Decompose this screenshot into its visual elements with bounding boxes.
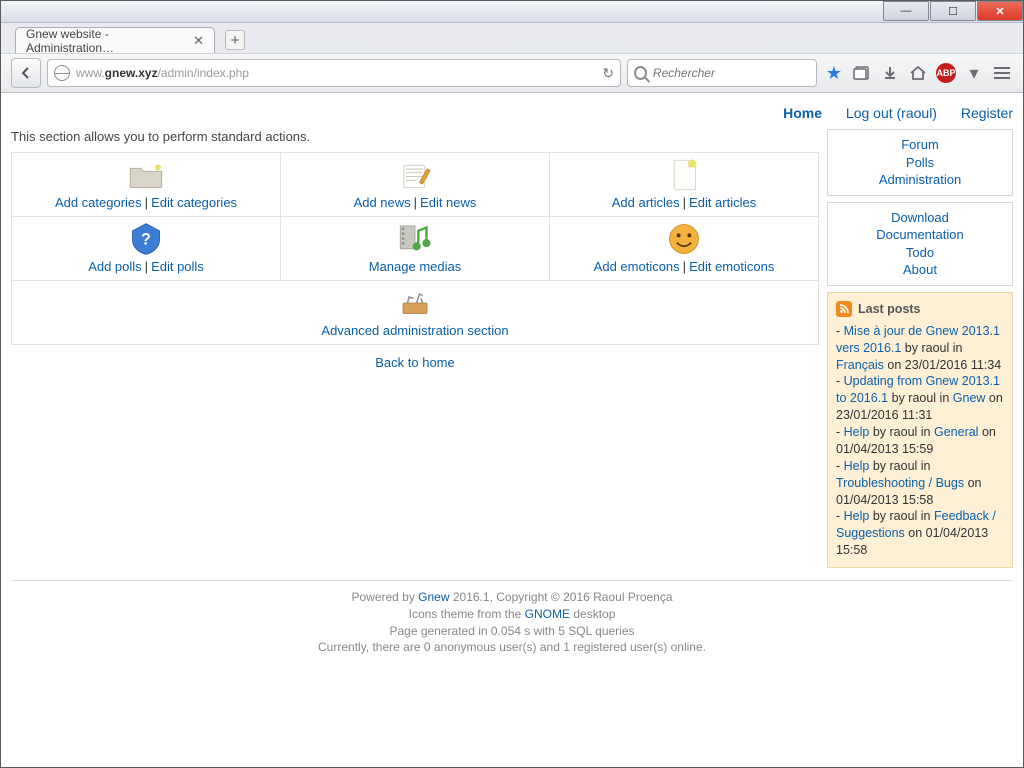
add-emoticons-link[interactable]: Add emoticons — [594, 259, 680, 274]
edit-news-link[interactable]: Edit news — [420, 195, 476, 210]
toolbox-icon — [16, 285, 814, 321]
window-close-button[interactable]: ✕ — [977, 1, 1023, 21]
url-text: www.gnew.xyz/admin/index.php — [76, 66, 596, 80]
smiley-icon — [554, 221, 814, 257]
reload-icon[interactable]: ↻ — [602, 65, 614, 82]
menu-button[interactable] — [991, 62, 1013, 84]
sidebar: Forum Polls Administration Download Docu… — [827, 129, 1013, 568]
sidebar-box-2: Download Documentation Todo About — [827, 202, 1013, 286]
feed-cat[interactable]: General — [934, 425, 978, 439]
advanced-admin-link[interactable]: Advanced administration section — [321, 323, 508, 338]
nav-home[interactable]: Home — [783, 105, 822, 121]
sb-documentation[interactable]: Documentation — [828, 226, 1012, 244]
back-button[interactable] — [11, 58, 41, 88]
footer-gnome-link[interactable]: GNOME — [525, 607, 570, 621]
maximize-button[interactable]: ☐ — [930, 1, 976, 21]
feed-link[interactable]: Help — [844, 425, 870, 439]
nav-register[interactable]: Register — [961, 105, 1013, 121]
download-icon[interactable] — [879, 62, 901, 84]
browser-tab[interactable]: Gnew website - Administration… ✕ — [15, 27, 215, 53]
tab-title: Gnew website - Administration… — [26, 27, 185, 55]
page-viewport: Home Log out (raoul) Register This secti… — [1, 93, 1023, 767]
main-content: This section allows you to perform stand… — [11, 129, 819, 380]
media-icon — [285, 221, 545, 257]
back-to-home-link[interactable]: Back to home — [375, 355, 455, 370]
edit-articles-link[interactable]: Edit articles — [689, 195, 756, 210]
search-input[interactable] — [653, 66, 810, 80]
svg-text:?: ? — [141, 230, 151, 248]
feed-cat[interactable]: Français — [836, 358, 884, 372]
sb-admin[interactable]: Administration — [828, 171, 1012, 189]
feed-link[interactable]: Help — [844, 509, 870, 523]
minimize-button[interactable]: — — [883, 1, 929, 21]
page-footer: Powered by Gnew 2016.1, Copyright © 2016… — [11, 580, 1013, 664]
nav-logout[interactable]: Log out (raoul) — [846, 105, 937, 121]
feed-link[interactable]: Help — [844, 459, 870, 473]
sidebar-box-1: Forum Polls Administration — [827, 129, 1013, 196]
help-icon: ? — [16, 221, 276, 257]
new-tab-button[interactable]: + — [225, 30, 245, 50]
dropdown-icon[interactable]: ▾ — [963, 62, 985, 84]
edit-emoticons-link[interactable]: Edit emoticons — [689, 259, 774, 274]
feed-cat[interactable]: Gnew — [953, 391, 986, 405]
window-titlebar: — ☐ ✕ — [1, 1, 1023, 23]
adblock-icon[interactable]: ABP — [935, 62, 957, 84]
feed-cat[interactable]: Troubleshooting / Bugs — [836, 476, 964, 490]
rss-icon[interactable] — [836, 301, 852, 317]
add-categories-link[interactable]: Add categories — [55, 195, 142, 210]
search-icon — [634, 66, 647, 80]
sb-forum[interactable]: Forum — [828, 136, 1012, 154]
home-icon[interactable] — [907, 62, 929, 84]
browser-toolbar: www.gnew.xyz/admin/index.php ↻ ★ ABP ▾ — [1, 53, 1023, 93]
feed-title: Last posts — [858, 302, 921, 316]
last-posts-box: Last posts - Mise à jour de Gnew 2013.1 … — [827, 292, 1013, 568]
edit-categories-link[interactable]: Edit categories — [151, 195, 237, 210]
feed-header: Last posts — [836, 301, 1004, 317]
intro-text: This section allows you to perform stand… — [11, 129, 819, 144]
sb-todo[interactable]: Todo — [828, 244, 1012, 262]
notepad-icon — [285, 157, 545, 193]
bookmark-star-icon[interactable]: ★ — [823, 62, 845, 84]
add-articles-link[interactable]: Add articles — [612, 195, 680, 210]
admin-grid: Add categories|Edit categories Add news|… — [11, 152, 819, 345]
tab-close-icon[interactable]: ✕ — [193, 33, 204, 49]
search-bar[interactable] — [627, 59, 817, 87]
footer-gnew-link[interactable]: Gnew — [418, 590, 449, 604]
sb-download[interactable]: Download — [828, 209, 1012, 227]
top-nav: Home Log out (raoul) Register — [11, 101, 1013, 129]
add-polls-link[interactable]: Add polls — [88, 259, 141, 274]
tab-bar: Gnew website - Administration… ✕ + — [1, 23, 1023, 53]
sb-about[interactable]: About — [828, 261, 1012, 279]
address-bar[interactable]: www.gnew.xyz/admin/index.php ↻ — [47, 59, 621, 87]
browser-window: — ☐ ✕ Gnew website - Administration… ✕ +… — [0, 0, 1024, 768]
add-news-link[interactable]: Add news — [354, 195, 411, 210]
folder-icon — [16, 157, 276, 193]
edit-polls-link[interactable]: Edit polls — [151, 259, 204, 274]
library-icon[interactable] — [851, 62, 873, 84]
sb-polls[interactable]: Polls — [828, 154, 1012, 172]
document-icon — [554, 157, 814, 193]
site-identity-icon — [54, 65, 70, 81]
manage-medias-link[interactable]: Manage medias — [369, 259, 462, 274]
